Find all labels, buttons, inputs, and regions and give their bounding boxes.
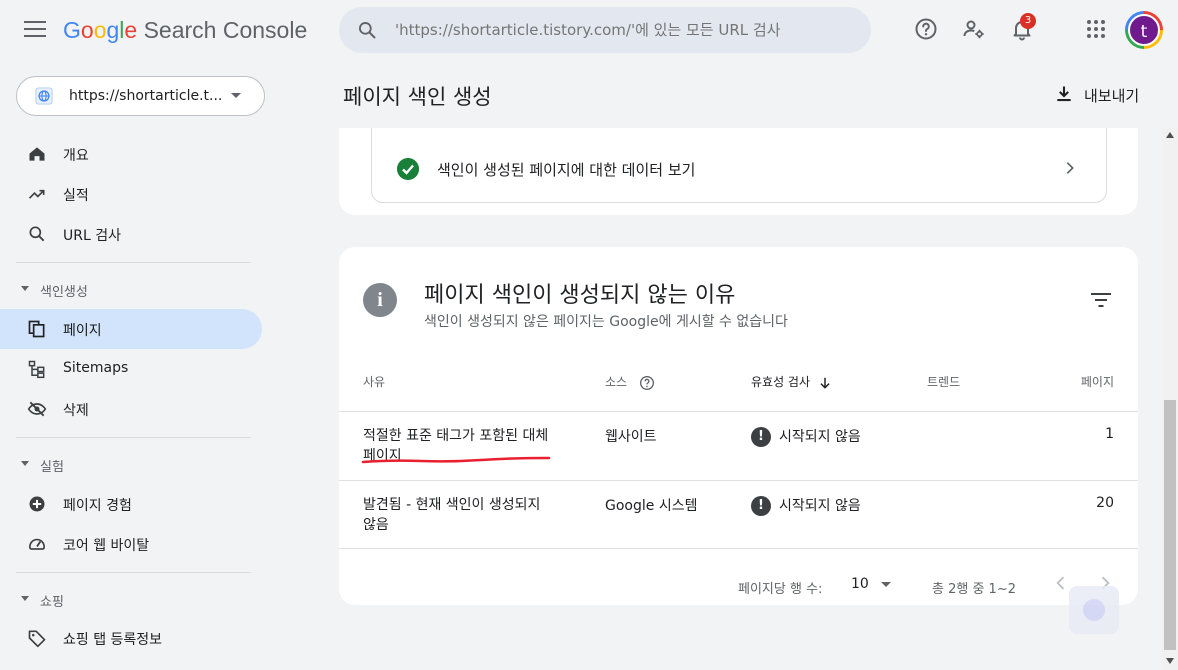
- search-icon: [29, 226, 45, 242]
- page-title: 페이지 색인 생성: [343, 85, 492, 109]
- sidebar-item-shopping-listings[interactable]: 쇼핑 탭 등록정보: [0, 618, 262, 658]
- source-cell: Google 시스템: [605, 498, 698, 514]
- collapse-caret-icon: [21, 286, 29, 291]
- sort-arrow-down-icon: [820, 377, 830, 389]
- apps-grid-icon[interactable]: [1084, 17, 1108, 41]
- divider: [16, 262, 251, 263]
- sidebar: https://shortarticle.t... 개요 실적 URL 검사 색…: [0, 62, 290, 670]
- sidebar-item-sitemaps[interactable]: Sitemaps: [0, 349, 262, 389]
- eye-off-icon: [27, 401, 47, 417]
- notification-badge: 3: [1020, 13, 1036, 29]
- globe-icon: [35, 87, 53, 105]
- floating-assistant-button[interactable]: [1069, 586, 1119, 634]
- collapse-caret-icon: [21, 596, 29, 601]
- user-settings-icon[interactable]: [962, 17, 986, 41]
- search-icon[interactable]: [357, 20, 377, 40]
- card-title: 페이지 색인이 생성되지 않는 이유: [424, 283, 736, 308]
- reason-cell: 발견됨 - 현재 색인이 생성되지 않음: [363, 497, 541, 533]
- menu-icon[interactable]: [24, 21, 46, 39]
- indexed-pages-card: 색인이 생성된 페이지에 대한 데이터 보기: [339, 128, 1138, 215]
- scroll-up-arrow-icon[interactable]: [1166, 132, 1174, 138]
- search-input[interactable]: [395, 17, 855, 43]
- prev-page-icon[interactable]: [1051, 573, 1071, 593]
- table-row[interactable]: 적절한 표준 태그가 포함된 대체 페이지 웹사이트 ! 시작되지 않음 1: [339, 412, 1138, 480]
- sitemap-icon: [28, 360, 45, 379]
- tag-icon: [28, 630, 46, 648]
- search-console-logo[interactable]: Google Search Console: [63, 17, 307, 44]
- alert-icon: !: [751, 427, 771, 447]
- card-subtitle: 색인이 생성되지 않은 페이지는 Google에 게시할 수 없습니다: [424, 314, 788, 330]
- download-icon: [1057, 86, 1071, 102]
- info-icon: i: [363, 283, 397, 317]
- red-annotation-underline: [361, 456, 551, 464]
- sidebar-item-overview[interactable]: 개요: [0, 134, 262, 174]
- trending-up-icon: [28, 189, 45, 199]
- section-shopping[interactable]: 쇼핑: [0, 584, 250, 614]
- view-indexed-pages-link[interactable]: 색인이 생성된 페이지에 대한 데이터 보기: [371, 128, 1107, 203]
- url-inspect-search-bar: [339, 7, 871, 53]
- column-header-pages[interactable]: 페이지: [1081, 373, 1114, 390]
- product-name: Search Console: [143, 17, 308, 43]
- rows-per-page-label: 페이지당 행 수:: [738, 582, 823, 597]
- help-icon[interactable]: [914, 17, 938, 41]
- scroll-thumb[interactable]: [1164, 400, 1176, 650]
- sidebar-item-page-experience[interactable]: 페이지 경험: [0, 484, 262, 524]
- property-selector[interactable]: https://shortarticle.t...: [16, 76, 265, 116]
- section-indexing[interactable]: 색인생성: [0, 274, 250, 304]
- pages-icon: [28, 320, 45, 338]
- not-indexed-reasons-card: i 페이지 색인이 생성되지 않는 이유 색인이 생성되지 않은 페이지는 Go…: [339, 247, 1138, 605]
- column-header-reason[interactable]: 사유: [363, 373, 385, 390]
- sidebar-item-pages[interactable]: 페이지: [0, 309, 262, 349]
- alert-icon: !: [751, 496, 771, 516]
- caret-down-icon: [881, 582, 891, 587]
- scroll-down-arrow-icon[interactable]: [1166, 658, 1174, 664]
- section-experience[interactable]: 실험: [0, 449, 250, 479]
- sidebar-item-core-web-vitals[interactable]: 코어 웹 바이탈: [0, 524, 262, 564]
- chevron-right-icon: [1066, 162, 1074, 174]
- gauge-icon: [29, 538, 45, 550]
- row-divider: [339, 548, 1138, 549]
- table-row[interactable]: 발견됨 - 현재 색인이 생성되지 않음 Google 시스템 ! 시작되지 않음…: [339, 481, 1138, 549]
- divider: [16, 437, 251, 438]
- assistant-icon: [1083, 599, 1105, 621]
- page-scrollbar[interactable]: [1162, 128, 1178, 670]
- filter-icon[interactable]: [1091, 293, 1111, 307]
- home-icon: [29, 147, 45, 161]
- column-header-trend[interactable]: 트렌드: [927, 373, 960, 390]
- check-circle-icon: [397, 158, 419, 180]
- divider: [16, 572, 251, 573]
- collapse-caret-icon: [21, 461, 29, 466]
- account-avatar[interactable]: t: [1125, 11, 1163, 49]
- pages-count-cell: 1: [1105, 426, 1114, 442]
- rows-per-page-select[interactable]: 10: [851, 574, 897, 596]
- pagination-range: 총 2행 중 1~2: [932, 582, 1016, 597]
- sidebar-item-url-inspection[interactable]: URL 검사: [0, 214, 262, 254]
- source-cell: 웹사이트: [605, 429, 657, 445]
- page-header: 페이지 색인 생성 내보내기: [290, 62, 1162, 128]
- sidebar-item-performance[interactable]: 실적: [0, 174, 262, 214]
- column-header-source[interactable]: 소스: [605, 373, 655, 391]
- main-content: 색인이 생성된 페이지에 대한 데이터 보기 i 페이지 색인이 생성되지 않는…: [290, 128, 1162, 670]
- property-url: https://shortarticle.t...: [69, 88, 223, 104]
- validation-cell: ! 시작되지 않음: [751, 426, 861, 447]
- caret-down-icon: [231, 93, 241, 98]
- column-header-validation[interactable]: 유효성 검사: [751, 373, 832, 390]
- validation-cell: ! 시작되지 않음: [751, 495, 861, 516]
- top-app-bar: Google Search Console 3 t: [0, 0, 1178, 62]
- help-icon[interactable]: [639, 375, 655, 391]
- pages-count-cell: 20: [1096, 495, 1114, 511]
- sidebar-item-removals[interactable]: 삭제: [0, 389, 262, 429]
- plus-circle-icon: [29, 496, 45, 512]
